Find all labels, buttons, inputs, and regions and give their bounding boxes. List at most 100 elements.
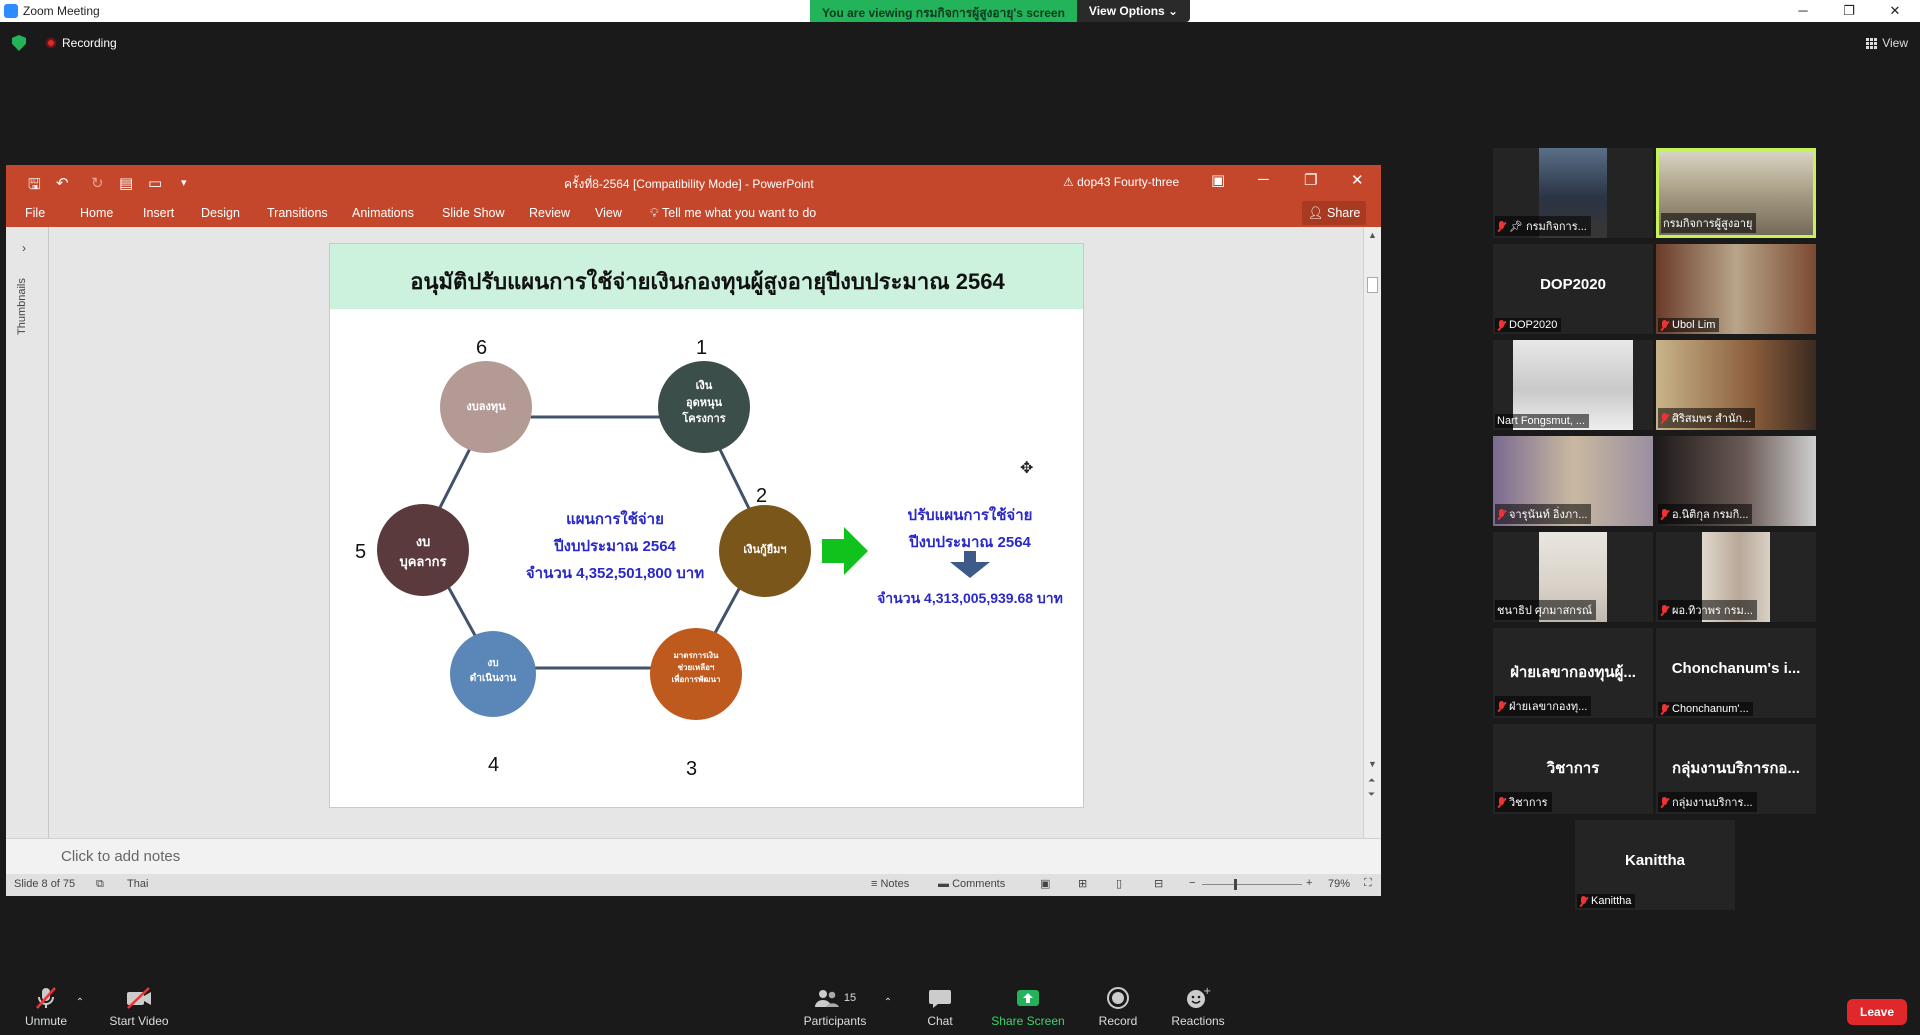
record-label: Record: [1098, 1014, 1138, 1028]
unmute-button[interactable]: Unmute: [18, 985, 74, 1035]
tab-design[interactable]: Design: [201, 206, 240, 220]
spellcheck-icon[interactable]: ⧉: [96, 878, 104, 891]
participant-name-tag: กลุ่มงานบริการ...: [1658, 792, 1757, 812]
node-label-5: งบ บุคลากร: [383, 532, 463, 571]
muted-microphone-icon: [18, 985, 74, 1011]
record-icon: [1090, 985, 1146, 1011]
tab-review[interactable]: Review: [529, 206, 570, 220]
tab-view[interactable]: View: [595, 206, 622, 220]
view-options-button[interactable]: View Options ⌄: [1076, 0, 1191, 22]
slide-sorter-icon[interactable]: ⊞: [1078, 877, 1087, 890]
notes-toggle[interactable]: ≡ Notes: [871, 878, 909, 890]
right-line-2: ปีงบประมาณ 2564: [909, 534, 1031, 551]
ppt-close-button[interactable]: ✕: [1351, 171, 1364, 189]
chat-button[interactable]: Chat: [916, 985, 964, 1035]
audio-options-caret[interactable]: ⌃: [72, 997, 88, 1011]
video-tile[interactable]: Ubol Lim: [1656, 244, 1816, 334]
video-tile[interactable]: ฝ่ายเลขากองทุนผู้... ฝ่ายเลขากองทุ...: [1493, 628, 1653, 718]
video-tile[interactable]: Nart Fongsmut, ...: [1493, 340, 1653, 430]
save-icon[interactable]: 🖫: [28, 174, 41, 199]
tab-transitions[interactable]: Transitions: [267, 206, 328, 220]
video-tile[interactable]: ศิริสมพร สำนัก...: [1656, 340, 1816, 430]
start-video-button[interactable]: Start Video: [104, 985, 174, 1035]
video-tile[interactable]: วิชาการ วิชาการ: [1493, 724, 1653, 814]
video-tile[interactable]: จารุนันท์ อิ่งภา...: [1493, 436, 1653, 526]
user-name-text: dop43 Fourty-three: [1077, 175, 1180, 189]
slide-scrollbar[interactable]: ▲ ▼ ⏶ ⏷: [1363, 227, 1381, 838]
tab-home[interactable]: Home: [80, 206, 113, 220]
video-tile-active-speaker[interactable]: กรมกิจการผู้สูงอายุ: [1656, 148, 1816, 238]
muted-mic-icon: [1579, 895, 1588, 907]
comment-icon: ▬: [938, 878, 953, 890]
muted-mic-icon: [1497, 796, 1506, 808]
presentation-icon[interactable]: ▤: [119, 174, 133, 192]
video-tile[interactable]: ผอ.ทิวาพร กรม...: [1656, 532, 1816, 622]
slideshow-view-icon[interactable]: ⊟: [1154, 877, 1163, 890]
tab-slide-show[interactable]: Slide Show: [442, 206, 505, 220]
language-indicator[interactable]: Thai: [127, 878, 148, 890]
normal-view-icon[interactable]: ▣: [1040, 877, 1050, 890]
view-layout-button[interactable]: View: [1866, 36, 1908, 50]
undo-icon[interactable]: ↶: [56, 174, 69, 192]
zoom-in-icon[interactable]: +: [1306, 877, 1312, 889]
thumbnails-pane[interactable]: › Thumbnails: [6, 227, 49, 838]
expand-chevron-icon[interactable]: ›: [22, 241, 26, 255]
reactions-label: Reactions: [1171, 1014, 1225, 1028]
video-tile[interactable]: 📌︎ กรมกิจการ...: [1493, 148, 1653, 238]
scroll-thumb[interactable]: [1367, 277, 1378, 293]
prev-slide-icon[interactable]: ⏶: [1368, 775, 1375, 786]
open-folder-icon[interactable]: ▭: [148, 174, 162, 192]
right-line-1: ปรับแผนการใช้จ่าย: [907, 507, 1033, 524]
fit-to-window-icon[interactable]: ⛶: [1364, 877, 1372, 890]
video-off-icon: [104, 985, 174, 1011]
slide-canvas[interactable]: อนุมัติปรับแผนการใช้จ่ายเงินกองทุนผู้สูง…: [329, 243, 1084, 808]
ppt-document-title: ครั้งที่8-2564 [Compatibility Mode] - Po…: [564, 177, 814, 191]
ppt-minimize-button[interactable]: ─: [1258, 171, 1269, 188]
video-tile[interactable]: ชนาธิป ศุภมาสกรณ์: [1493, 532, 1653, 622]
ppt-editor-area: › Thumbnails อนุมัติปรับแผนการใช้จ่ายเงิ…: [6, 227, 1381, 838]
share-screen-icon: [990, 985, 1066, 1011]
tab-insert[interactable]: Insert: [143, 206, 174, 220]
zoom-app-icon: [4, 4, 18, 18]
zoom-out-icon[interactable]: −: [1189, 877, 1195, 889]
scroll-up-icon[interactable]: ▲: [1368, 230, 1377, 240]
reading-view-icon[interactable]: ▯: [1116, 877, 1122, 890]
slide-counter: Slide 8 of 75: [14, 878, 76, 890]
zoom-slider-track[interactable]: [1202, 884, 1302, 885]
ribbon-display-icon[interactable]: ▣: [1211, 171, 1225, 189]
participant-name-tag: ผอ.ทิวาพร กรม...: [1658, 600, 1757, 620]
reactions-button[interactable]: + Reactions: [1166, 985, 1230, 1035]
ppt-user-name[interactable]: ⚠ dop43 Fourty-three: [1063, 175, 1179, 189]
video-tile[interactable]: อ.นิติกุล กรมกิ...: [1656, 436, 1816, 526]
close-button[interactable]: ✕: [1872, 0, 1918, 22]
notes-pane[interactable]: Click to add notes: [6, 838, 1381, 874]
record-button[interactable]: Record: [1090, 985, 1146, 1035]
zoom-slider-thumb[interactable]: [1234, 879, 1237, 890]
video-tile[interactable]: Kanittha Kanittha: [1575, 820, 1735, 910]
minimize-button[interactable]: ─: [1780, 0, 1826, 22]
maximize-button[interactable]: ❐: [1826, 0, 1872, 22]
tell-me-search[interactable]: 💡︎ Tell me what you want to do: [650, 206, 816, 221]
participants-button[interactable]: 15 Participants: [802, 985, 868, 1035]
video-tile[interactable]: Chonchanum's i... Chonchanum'...: [1656, 628, 1816, 718]
participant-name-tag: จารุนันท์ อิ่งภา...: [1495, 504, 1592, 524]
ppt-restore-button[interactable]: ❐: [1304, 171, 1317, 189]
ppt-share-button[interactable]: 👤︎ Share: [1302, 201, 1366, 225]
node-label-4: งบ ดำเนินงาน: [453, 656, 533, 686]
video-tile[interactable]: กลุ่มงานบริการกอ... กลุ่มงานบริการ...: [1656, 724, 1816, 814]
leave-button[interactable]: Leave: [1847, 999, 1907, 1025]
tab-file[interactable]: File: [25, 206, 45, 220]
participant-name-tag: Kanittha: [1577, 894, 1636, 908]
scroll-down-icon[interactable]: ▼: [1368, 759, 1377, 769]
customize-qat-icon[interactable]: ▾: [181, 176, 187, 189]
redo-icon[interactable]: ↻: [91, 174, 104, 192]
recording-indicator[interactable]: Recording: [46, 36, 117, 50]
next-slide-icon[interactable]: ⏷: [1368, 789, 1375, 800]
security-shield-icon[interactable]: [12, 35, 26, 51]
tab-animations[interactable]: Animations: [352, 206, 414, 220]
share-screen-button[interactable]: Share Screen: [990, 985, 1066, 1035]
video-tile[interactable]: DOP2020 DOP2020: [1493, 244, 1653, 334]
zoom-percentage[interactable]: 79%: [1328, 878, 1350, 890]
comments-toggle[interactable]: ▬ Comments: [938, 878, 1005, 890]
participants-options-caret[interactable]: ⌃: [880, 997, 896, 1011]
